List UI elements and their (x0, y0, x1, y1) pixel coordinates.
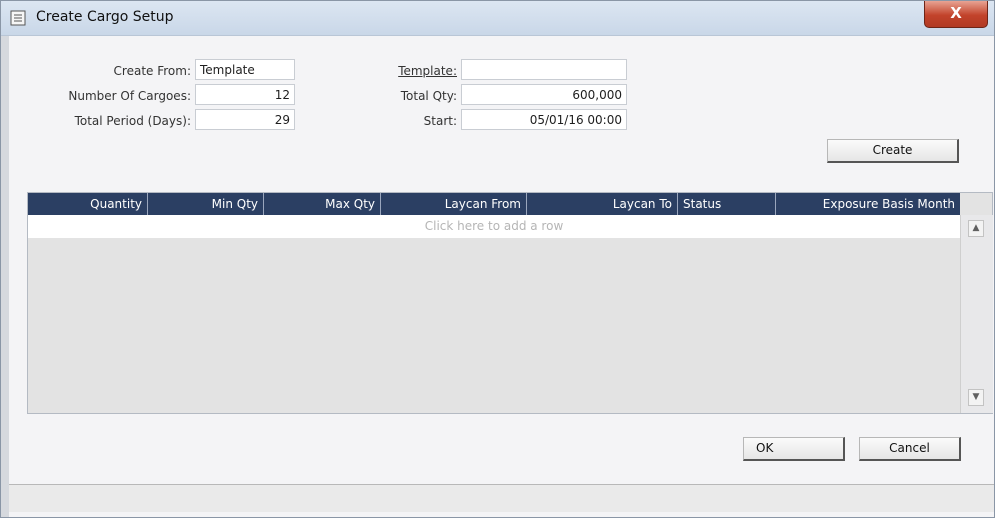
ok-button[interactable]: OK (743, 437, 845, 461)
arrow-down-icon[interactable]: ▼ (968, 389, 984, 406)
grid-header: Quantity Min Qty Max Qty Laycan From Lay… (28, 193, 960, 215)
column-header-exposure-basis-month[interactable]: Exposure Basis Month (776, 193, 960, 215)
column-header-max-qty[interactable]: Max Qty (264, 193, 381, 215)
column-header-status[interactable]: Status (678, 193, 776, 215)
total-qty-field[interactable]: 600,000 (461, 84, 627, 105)
number-of-cargoes-field[interactable]: 12 (195, 84, 295, 105)
column-header-quantity[interactable]: Quantity (28, 193, 148, 215)
total-period-label: Total Period (Days): (74, 114, 191, 128)
left-border-strip (1, 36, 9, 517)
template-link[interactable]: Template: (361, 64, 457, 78)
vertical-scrollbar[interactable]: ▲ ▼ (960, 215, 993, 413)
cancel-button[interactable]: Cancel (859, 437, 961, 461)
total-period-field[interactable]: 29 (195, 109, 295, 130)
start-label: Start: (423, 114, 457, 128)
window-title: Create Cargo Setup (36, 9, 174, 25)
column-header-laycan-from[interactable]: Laycan From (381, 193, 527, 215)
close-button[interactable]: X (924, 1, 988, 28)
create-cargo-setup-dialog: Create Cargo Setup X Create From: Templa… (0, 0, 995, 518)
cargo-grid: Quantity Min Qty Max Qty Laycan From Lay… (27, 192, 993, 414)
window-icon (10, 10, 26, 26)
total-qty-label: Total Qty: (400, 89, 457, 103)
create-from-label: Create From: (113, 64, 191, 78)
start-field[interactable]: 05/01/16 00:00 (461, 109, 627, 130)
title-bar: Create Cargo Setup X (1, 1, 994, 36)
column-header-laycan-to[interactable]: Laycan To (527, 193, 678, 215)
create-from-field[interactable]: Template (195, 59, 295, 80)
column-header-min-qty[interactable]: Min Qty (148, 193, 264, 215)
template-field[interactable] (461, 59, 627, 80)
arrow-up-icon[interactable]: ▲ (968, 220, 984, 237)
status-bar (9, 484, 994, 512)
create-button[interactable]: Create (827, 139, 959, 163)
add-row-placeholder[interactable]: Click here to add a row (28, 215, 960, 238)
number-of-cargoes-label: Number Of Cargoes: (68, 89, 191, 103)
